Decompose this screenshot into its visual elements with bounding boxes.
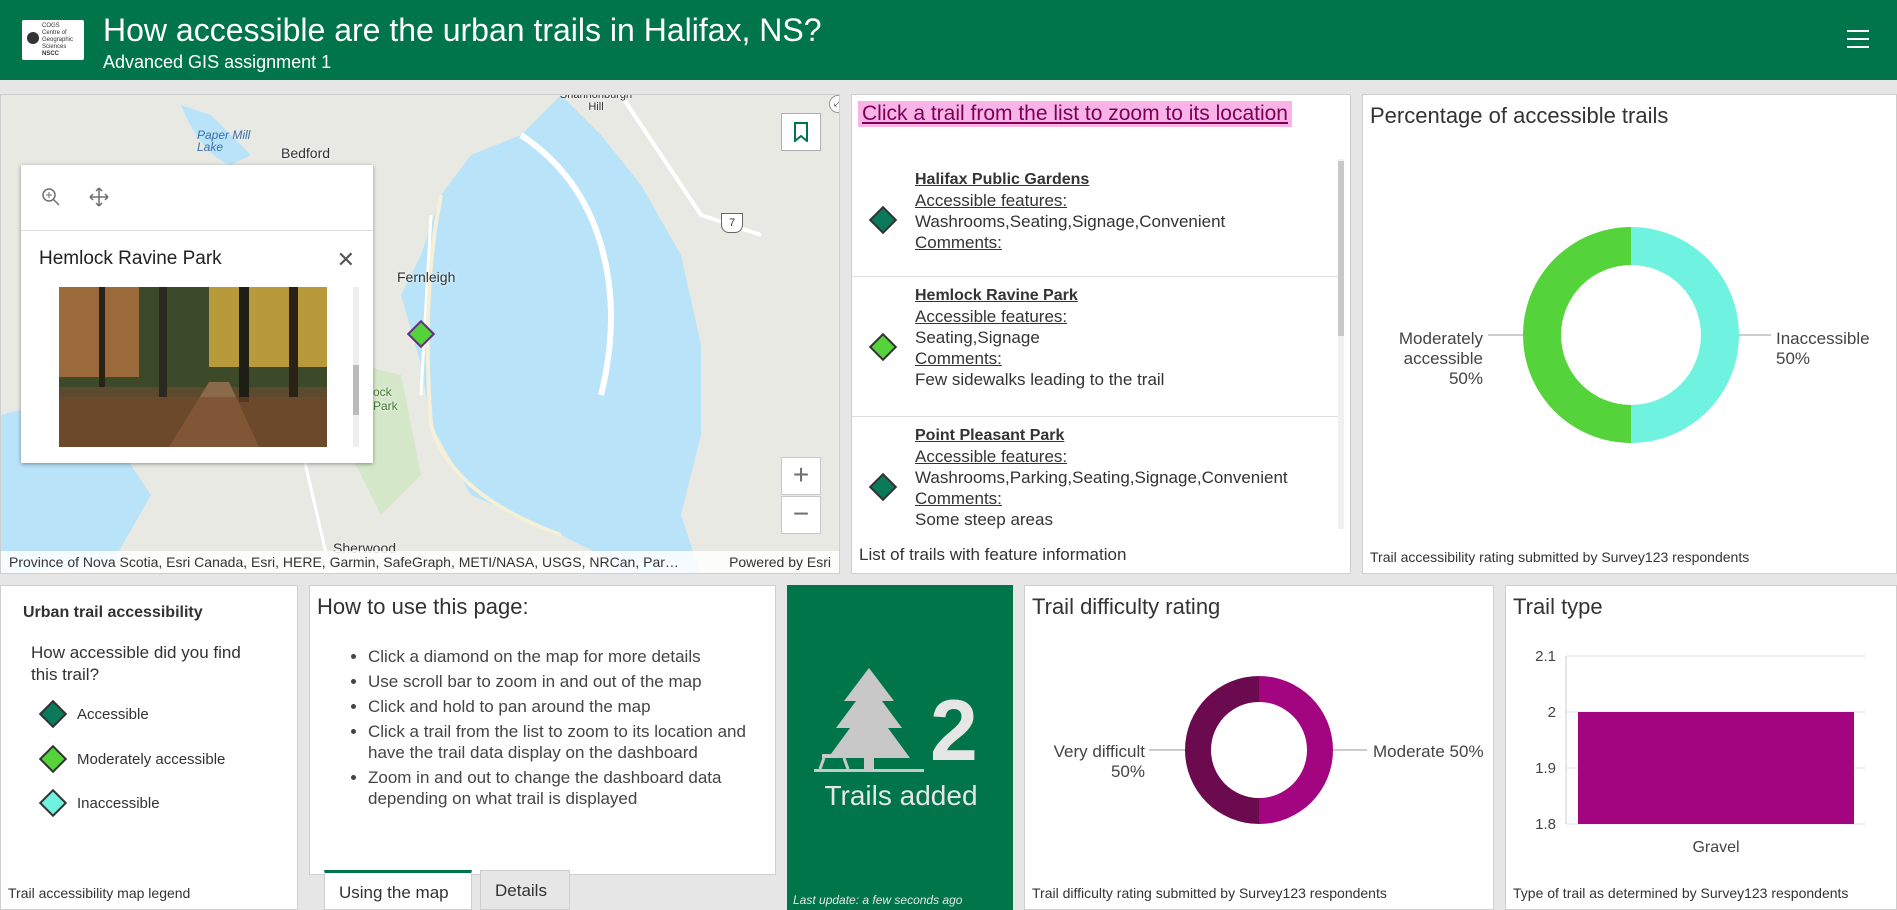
features-value: Seating,Signage [915, 328, 1040, 347]
legend-question: How accessible did you find this trail? [31, 643, 241, 684]
trails-added-label: Trails added [824, 780, 978, 811]
trail-name: Point Pleasant Park [915, 427, 1065, 444]
very-difficult-label: Very difficult 50% [1053, 742, 1145, 781]
comments-value: Some steep areas [915, 510, 1053, 529]
expand-icon[interactable]: ⤢ [829, 95, 839, 113]
map-label-shannon-hill: Shannonburgh Hill [559, 94, 633, 113]
difficulty-footer: Trail difficulty rating submitted by Sur… [1032, 885, 1387, 901]
tab-using-the-map[interactable]: Using the map [324, 870, 472, 910]
trail-list-panel: Click a trail from the list to zoom to i… [851, 94, 1351, 574]
inaccessible-label: Inaccessible 50% [1776, 329, 1870, 368]
popup-title: Hemlock Ravine Park [39, 248, 222, 269]
map-label-fernleigh: Fernleigh [397, 269, 456, 285]
features-value: Washrooms,Seating,Signage,Convenient [915, 212, 1226, 231]
moderately-accessible-diamond-icon [868, 332, 898, 362]
trail-type-panel: Trail type 2.1 2 1.9 1.8 Gravel Type of trai… [1505, 585, 1897, 910]
powered-by-link[interactable]: Powered by Esri [729, 554, 831, 570]
tab-details[interactable]: Details [480, 870, 570, 910]
bookmark-button[interactable] [781, 113, 821, 151]
trail-type-footer: Type of trail as determined by Survey123… [1513, 885, 1849, 901]
features-label: Accessible features: [915, 307, 1068, 326]
donut-slice-very-difficult[interactable] [1185, 676, 1259, 824]
y-tick-label: 1.8 [1535, 816, 1556, 833]
cogs-logo: COGS Centre of Geographic Sciences NSCC [22, 20, 84, 60]
how-to-list: Click a diamond on the map for more deta… [368, 646, 768, 813]
map-label-bedford: Bedford [281, 145, 331, 161]
how-to-bullet: Click and hold to pan around the map [368, 696, 768, 717]
how-to-title: How to use this page: [317, 594, 529, 619]
trails-added-value: 2 [930, 683, 978, 779]
trail-name: Halifax Public Gardens [915, 171, 1090, 188]
trail-list-heading[interactable]: Click a trail from the list to zoom to i… [858, 101, 1292, 127]
how-to-bullet: Click a diamond on the map for more deta… [368, 646, 768, 667]
legend-title: Urban trail accessibility [23, 604, 203, 621]
trail-name: Hemlock Ravine Park [915, 287, 1078, 304]
accessible-pct-panel: Percentage of accessible trails Moderate… [1362, 94, 1897, 574]
donut-slice-moderately-accessible[interactable] [1523, 227, 1631, 443]
trail-photo [59, 287, 327, 447]
bookmark-icon [794, 122, 808, 142]
how-to-bullet: Click a trail from the list to zoom to i… [368, 721, 768, 763]
accessible-pct-footer: Trail accessibility rating submitted by … [1370, 549, 1750, 565]
list-item[interactable]: Point Pleasant Park Accessible features:… [852, 417, 1342, 535]
hamburger-icon[interactable] [1847, 30, 1869, 50]
moderately-accessible-diamond-icon [38, 744, 68, 774]
list-scrollbar[interactable] [1338, 159, 1344, 529]
legend-footer: Trail accessibility map legend [8, 885, 191, 901]
comments-label: Comments: [915, 489, 1002, 508]
donut-slice-moderate[interactable] [1259, 676, 1333, 824]
features-value: Washrooms,Parking,Seating,Signage,Conven… [915, 468, 1288, 487]
last-update-text: Last update: a few seconds ago [793, 893, 963, 907]
popup-scrollbar[interactable] [353, 287, 359, 447]
map-label-paper-mill-lake: Paper Mill Lake [197, 128, 251, 154]
moderately-accessible-label: Moderately accessible 50% [1398, 329, 1483, 388]
map-label-hemlock: ock Park [373, 385, 398, 413]
comments-label: Comments: [915, 233, 1002, 252]
tree-icon [814, 668, 924, 772]
list-item[interactable]: Halifax Public Gardens Accessible featur… [852, 161, 1342, 277]
trails-added-indicator: 2 Trails added Last update: a few second… [787, 585, 1013, 910]
how-to-bullet: Zoom in and out to change the dashboard … [368, 767, 768, 809]
accessible-diamond-icon [868, 472, 898, 502]
y-tick-label: 1.9 [1535, 760, 1556, 777]
page-subtitle: Advanced GIS assignment 1 [103, 52, 332, 72]
x-tick-label: Gravel [1692, 839, 1739, 856]
zoom-to-icon[interactable] [41, 187, 61, 207]
how-to-panel: How to use this page: Click a diamond on… [309, 585, 776, 875]
trail-list-footer: List of trails with feature information [859, 545, 1127, 564]
features-label: Accessible features: [915, 447, 1068, 466]
bar-gravel[interactable] [1578, 712, 1854, 824]
donut-slice-inaccessible[interactable] [1631, 227, 1739, 443]
map-popup: Hemlock Ravine Park ✕ [21, 165, 373, 463]
accessible-diamond-icon [38, 699, 68, 729]
zoom-out-button[interactable]: − [781, 496, 821, 534]
comments-value: Few sidewalks leading to the trail [915, 370, 1165, 389]
trail-type-bar-chart: 2.1 2 1.9 1.8 Gravel [1535, 648, 1866, 856]
accessible-diamond-icon [868, 205, 898, 235]
moderate-label: Moderate 50% [1373, 742, 1484, 761]
how-to-bullet: Use scroll bar to zoom in and out of the… [368, 671, 768, 692]
page-title: How accessible are the urban trails in H… [103, 12, 822, 48]
route-7-shield: 7 [721, 213, 743, 233]
map-legend-panel: Urban trail accessibility How accessible… [0, 585, 298, 910]
trail-map[interactable]: Bedford Fernleigh Sherwood Paper Mill La… [0, 94, 840, 574]
features-label: Accessible features: [915, 191, 1068, 210]
close-icon[interactable]: ✕ [337, 247, 355, 273]
app-header: COGS Centre of Geographic Sciences NSCC How … [0, 0, 1897, 82]
attribution-text: Province of Nova Scotia, Esri Canada, Es… [9, 554, 679, 570]
list-item[interactable]: Hemlock Ravine Park Accessible features:… [852, 277, 1342, 417]
difficulty-panel: Trail difficulty rating Very difficult 5… [1024, 585, 1494, 910]
pan-icon[interactable] [89, 187, 109, 207]
y-tick-label: 2 [1548, 704, 1556, 721]
zoom-in-button[interactable]: + [781, 457, 821, 495]
map-attribution: Province of Nova Scotia, Esri Canada, Es… [1, 551, 839, 573]
inaccessible-diamond-icon [38, 788, 68, 818]
y-tick-label: 2.1 [1535, 648, 1556, 665]
comments-label: Comments: [915, 349, 1002, 368]
